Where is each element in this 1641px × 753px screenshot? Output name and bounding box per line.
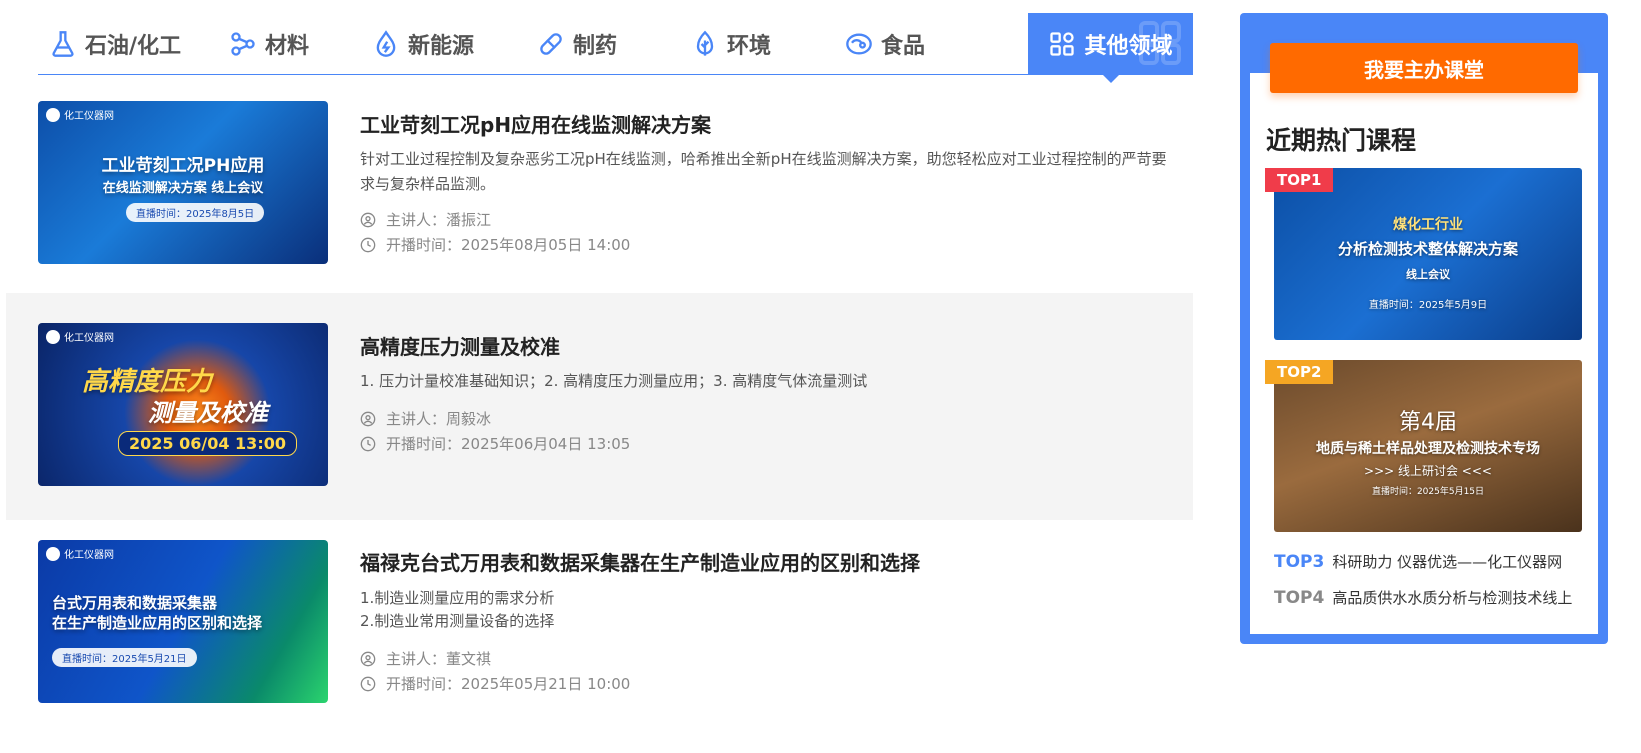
- brand-logo-icon: [46, 546, 60, 561]
- card-line: 直播时间：2025年5月15日: [1371, 487, 1485, 497]
- card-line: 线上会议: [1406, 268, 1450, 281]
- tab-label: 材料: [264, 33, 309, 59]
- card-line: 第4届: [1399, 410, 1457, 435]
- course-speaker: 主讲人：董文祺: [360, 648, 491, 669]
- card-line: >>> 线上研讨会 <<<: [1364, 464, 1492, 478]
- tab-label: 环境: [726, 33, 771, 59]
- hot-course-card-top1[interactable]: 煤化工行业 分析检测技术整体解决方案 线上会议 直播时间：2025年5月9日: [1274, 168, 1582, 340]
- thumb-brand: 化工仪器网: [46, 107, 114, 122]
- thumb-subline: 测量及校准: [148, 399, 268, 427]
- tab-environment[interactable]: 环境: [654, 13, 808, 74]
- grid-watermark-icon: [1139, 21, 1181, 65]
- thumb-date-pill: 直播时间：2025年5月21日: [52, 648, 197, 667]
- clock-icon: [360, 436, 376, 451]
- course-thumbnail[interactable]: 化工仪器网 台式万用表和数据采集器 在生产制造业应用的区别和选择 直播时间：20…: [38, 540, 328, 703]
- user-circle-icon: [360, 411, 376, 426]
- thumb-brand: 化工仪器网: [46, 546, 114, 561]
- course-item[interactable]: 化工仪器网 工业苛刻工况PH应用 在线监测解决方案 线上会议 直播时间：2025…: [6, 85, 1193, 312]
- thumb-subline: 在生产制造业应用的区别和选择: [52, 614, 263, 632]
- rank-label: TOP3: [1274, 551, 1325, 572]
- molecule-icon: [231, 31, 255, 56]
- thumb-headline: 工业苛刻工况PH应用: [101, 156, 265, 176]
- thumb-date-pill: 直播时间：2025年8月5日: [126, 203, 265, 222]
- energy-drop-icon: [376, 29, 396, 57]
- course-title[interactable]: 福禄克台式万用表和数据采集器在生产制造业应用的区别和选择: [360, 547, 920, 576]
- thumb-headline: 台式万用表和数据采集器: [52, 594, 218, 612]
- card-line: 煤化工行业: [1393, 217, 1463, 233]
- clock-icon: [360, 676, 376, 691]
- tab-new-energy[interactable]: 新能源: [346, 13, 500, 74]
- user-circle-icon: [360, 212, 376, 227]
- card-line: 分析检测技术整体解决方案: [1337, 240, 1518, 258]
- pill-icon: [540, 32, 562, 55]
- course-description: 1. 压力计量校准基础知识；2. 高精度压力测量应用；3. 高精度气体流量测试: [360, 372, 868, 390]
- course-description-line: 1.制造业测量应用的需求分析: [360, 589, 555, 607]
- tab-label: 食品: [880, 33, 925, 59]
- course-start-time: 开播时间：2025年05月21日 10:00: [360, 673, 630, 694]
- course-start-time: 开播时间：2025年08月05日 14:00: [360, 234, 630, 255]
- course-thumbnail[interactable]: 化工仪器网 工业苛刻工况PH应用 在线监测解决方案 线上会议 直播时间：2025…: [38, 101, 328, 264]
- leaf-icon: [696, 30, 714, 56]
- sidebar-title: 近期热门课程: [1266, 126, 1417, 155]
- rank-label: TOP4: [1274, 587, 1325, 608]
- course-thumbnail[interactable]: 化工仪器网 高精度压力 测量及校准 2025 06/04 13:00: [38, 323, 328, 486]
- tab-food[interactable]: 食品: [808, 13, 962, 74]
- rank-tag-top1: TOP1: [1265, 168, 1334, 192]
- tab-petrochem[interactable]: 石油/化工: [38, 13, 192, 74]
- tab-label: 制药: [572, 33, 617, 59]
- category-tabs: 石油/化工 材料 新能源 制药 环境 食品 其他领域: [38, 13, 1193, 83]
- course-description: 针对工业过程控制及复杂恶劣工况pH在线监测，哈希推出全新pH在线监测解决方案，助…: [360, 150, 1167, 193]
- card-line: 地质与稀土样品处理及检测技术专场: [1316, 441, 1540, 457]
- course-title[interactable]: 高精度压力测量及校准: [360, 331, 560, 360]
- hot-course-link-top4[interactable]: TOP4 高品质供水水质分析与检测技术线上: [1274, 587, 1584, 608]
- tab-pharma[interactable]: 制药: [500, 13, 654, 74]
- sidebar-panel: [1250, 73, 1598, 634]
- course-speaker: 主讲人：周毅冰: [360, 408, 491, 429]
- host-class-button[interactable]: 我要主办课堂: [1270, 43, 1578, 93]
- brand-logo-icon: [46, 329, 60, 344]
- tab-other-fields[interactable]: 其他领域: [1028, 13, 1193, 83]
- thumb-date-pill: 2025 06/04 13:00: [118, 431, 297, 456]
- hot-courses-sidebar: 我要主办课堂 近期热门课程 煤化工行业 分析检测技术整体解决方案 线上会议 直播…: [1240, 13, 1608, 644]
- tab-materials[interactable]: 材料: [192, 13, 346, 74]
- link-text: 高品质供水水质分析与检测技术线上: [1332, 589, 1573, 607]
- link-text: 科研助力 仪器优选——化工仪器网: [1332, 553, 1563, 571]
- hot-course-card-top2[interactable]: 第4届 地质与稀土样品处理及检测技术专场 >>> 线上研讨会 <<< 直播时间：…: [1274, 360, 1582, 532]
- hot-course-link-top3[interactable]: TOP3 科研助力 仪器优选——化工仪器网: [1274, 551, 1584, 572]
- user-circle-icon: [360, 651, 376, 666]
- thumb-brand: 化工仪器网: [46, 329, 114, 344]
- course-item[interactable]: 化工仪器网 高精度压力 测量及校准 2025 06/04 13:00 高精度压力…: [6, 293, 1193, 520]
- tab-label: 新能源: [407, 33, 474, 59]
- food-icon: [846, 33, 872, 54]
- thumb-subline: 在线监测解决方案 线上会议: [102, 181, 264, 196]
- course-start-time: 开播时间：2025年06月04日 13:05: [360, 433, 630, 454]
- grid-icon: [1050, 31, 1075, 56]
- rank-tag-top2: TOP2: [1265, 360, 1334, 384]
- course-item[interactable]: 化工仪器网 台式万用表和数据采集器 在生产制造业应用的区别和选择 直播时间：20…: [6, 520, 1193, 747]
- course-title[interactable]: 工业苛刻工况pH应用在线监测解决方案: [360, 109, 711, 138]
- card-line: 直播时间：2025年5月9日: [1368, 300, 1488, 311]
- flask-icon: [52, 30, 74, 57]
- brand-logo-icon: [46, 107, 60, 122]
- course-speaker: 主讲人：潘振江: [360, 209, 491, 230]
- course-description-line: 2.制造业常用测量设备的选择: [360, 612, 555, 630]
- tab-label: 石油/化工: [84, 33, 182, 59]
- clock-icon: [360, 237, 376, 252]
